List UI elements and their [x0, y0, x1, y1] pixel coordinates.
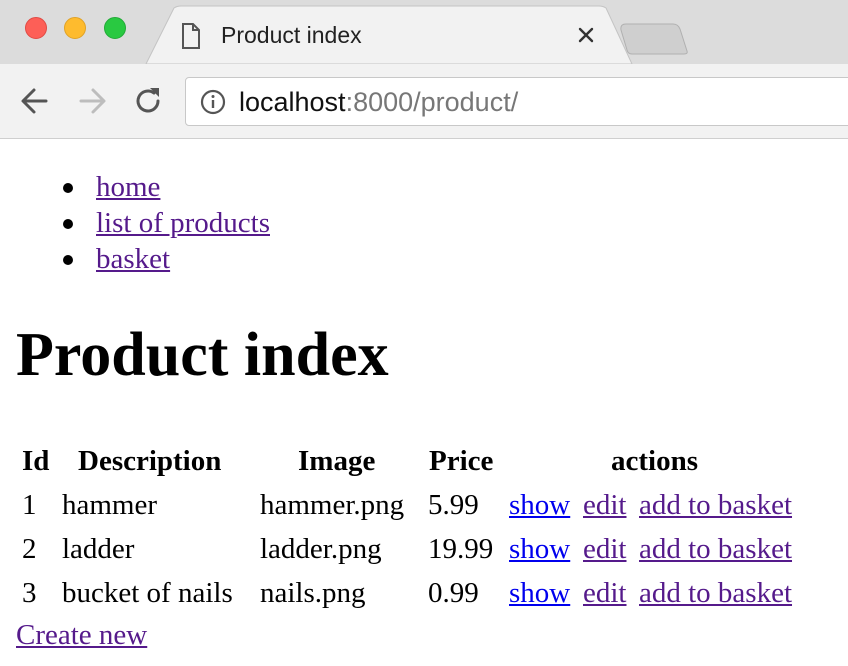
tab-strip: Product index: [0, 0, 848, 64]
tab-shapes: [145, 5, 688, 64]
bullet: [63, 255, 73, 265]
new-tab-button: [620, 23, 688, 55]
cell-id: 2: [22, 533, 37, 565]
url-path: :8000/product/: [345, 87, 519, 117]
home-link[interactable]: home: [96, 169, 160, 205]
edit-link[interactable]: edit: [583, 575, 627, 611]
info-icon[interactable]: [200, 89, 226, 115]
create-new-link[interactable]: Create new: [16, 617, 147, 653]
edit-link[interactable]: edit: [583, 487, 627, 523]
cell-image: hammer.png: [260, 489, 405, 521]
active-tab: [145, 5, 633, 64]
cell-id: 1: [22, 489, 37, 521]
close-tab-icon[interactable]: [573, 22, 599, 48]
reload-icon[interactable]: [131, 84, 165, 118]
document-icon: [182, 23, 200, 49]
url-text[interactable]: localhost:8000/product/: [239, 86, 518, 118]
bullet: [63, 183, 73, 193]
cell-image: nails.png: [260, 577, 366, 609]
page-content: home list of products basket Product ind…: [0, 139, 848, 666]
list-of-products-link[interactable]: list of products: [96, 205, 270, 241]
header-actions: actions: [611, 445, 698, 477]
cell-description: hammer: [62, 489, 158, 521]
cell-image: ladder.png: [260, 533, 382, 565]
basket-link[interactable]: basket: [96, 241, 170, 277]
back-arrow-icon[interactable]: [18, 84, 52, 118]
bullet: [63, 219, 73, 229]
header-price: Price: [429, 445, 494, 477]
show-link[interactable]: show: [509, 531, 570, 567]
browser-toolbar: localhost:8000/product/: [0, 64, 848, 139]
address-bar[interactable]: localhost:8000/product/: [185, 77, 848, 126]
cell-description: bucket of nails: [62, 577, 233, 609]
page-title: Product index: [16, 321, 389, 389]
show-link[interactable]: show: [509, 575, 570, 611]
header-description: Description: [78, 445, 222, 477]
cell-id: 3: [22, 577, 37, 609]
tab-title[interactable]: Product index: [221, 20, 362, 50]
edit-link[interactable]: edit: [583, 531, 627, 567]
add-to-basket-link[interactable]: add to basket: [639, 531, 792, 567]
forward-arrow-icon[interactable]: [75, 84, 109, 118]
cell-price: 5.99: [428, 489, 479, 521]
cell-price: 19.99: [428, 533, 494, 565]
header-id: Id: [22, 445, 50, 477]
add-to-basket-link[interactable]: add to basket: [639, 575, 792, 611]
cell-price: 0.99: [428, 577, 479, 609]
header-image: Image: [298, 445, 376, 477]
add-to-basket-link[interactable]: add to basket: [639, 487, 792, 523]
show-link[interactable]: show: [509, 487, 570, 523]
cell-description: ladder: [62, 533, 135, 565]
url-host: localhost: [239, 87, 346, 117]
